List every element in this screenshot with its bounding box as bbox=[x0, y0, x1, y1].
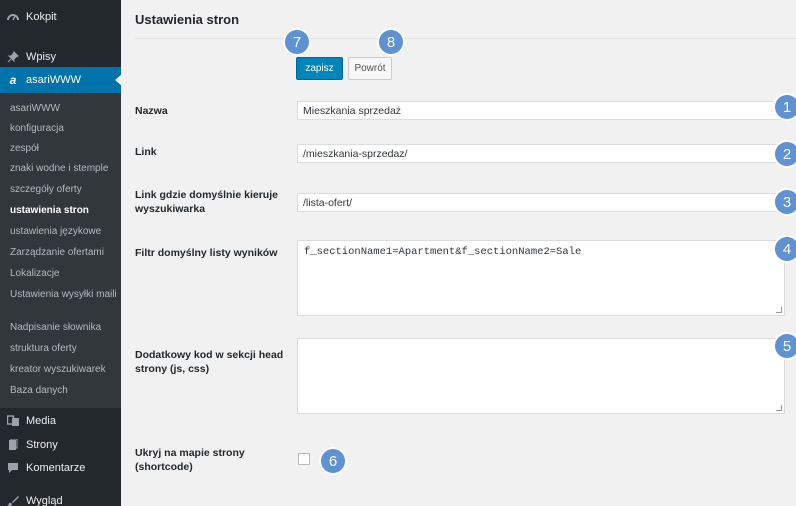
save-button[interactable]: zapisz bbox=[296, 57, 343, 80]
annotation-badge-3: 3 bbox=[775, 190, 796, 214]
page-title: Ustawienia stron bbox=[135, 12, 240, 27]
field-label-hide-on-map: Ukryj na mapie strony (shortcode) bbox=[135, 447, 245, 473]
submenu-item-active[interactable]: ustawienia stron bbox=[10, 205, 118, 217]
annotation-badge-5: 5 bbox=[775, 334, 796, 358]
submenu-item[interactable]: Nadpisanie słownika bbox=[10, 322, 118, 334]
submenu-item[interactable]: znaki wodne i stemple bbox=[10, 163, 118, 175]
field-label-search-link: Link gdzie domyślnie kieruje wyszukiwark… bbox=[135, 189, 278, 215]
menu-item-label: Media bbox=[26, 415, 56, 427]
pages-icon bbox=[0, 439, 26, 451]
submenu-item[interactable]: zespół bbox=[10, 143, 118, 155]
submenu-item[interactable]: konfiguracja bbox=[10, 123, 118, 135]
media-icon bbox=[0, 415, 26, 427]
menu-item-media[interactable]: Media bbox=[0, 408, 121, 434]
default-filter-textarea[interactable]: f_sectionName1=Apartment&f_sectionName2=… bbox=[297, 240, 785, 316]
field-label-nazwa: Nazwa bbox=[135, 105, 168, 117]
menu-item-kokpit[interactable]: Kokpit bbox=[0, 4, 121, 30]
annotation-badge-4: 4 bbox=[775, 237, 796, 261]
submenu-item[interactable]: struktura oferty bbox=[10, 343, 118, 355]
menu-item-wyglad[interactable]: Wygląd bbox=[0, 488, 121, 506]
submenu-item[interactable]: ustawienia językowe bbox=[10, 226, 118, 238]
title-divider bbox=[135, 38, 796, 39]
submenu-item[interactable]: szczegóły oferty bbox=[10, 184, 118, 196]
link-input[interactable]: /mieszkania-sprzedaz/ bbox=[297, 144, 785, 163]
pin-icon bbox=[0, 51, 26, 63]
default-filter-value: f_sectionName1=Apartment&f_sectionName2=… bbox=[304, 246, 582, 258]
menu-item-label: Komentarze bbox=[26, 462, 86, 474]
annotation-badge-2: 2 bbox=[775, 142, 796, 166]
head-code-textarea[interactable] bbox=[297, 338, 785, 414]
menu-item-label: Kokpit bbox=[26, 11, 57, 23]
annotation-badge-7: 7 bbox=[285, 30, 309, 54]
submenu-item[interactable]: asariWWW bbox=[10, 103, 118, 115]
annotation-badge-1: 1 bbox=[775, 95, 796, 119]
field-label-head-code: Dodatkowy kod w sekcji head strony (js, … bbox=[135, 349, 284, 375]
field-label-filter: Filtr domyślny listy wyników bbox=[135, 247, 278, 259]
menu-item-asariwww[interactable]: a asariWWW bbox=[0, 67, 122, 93]
appearance-icon bbox=[0, 495, 26, 506]
submenu-item[interactable]: kreator wyszukiwarek bbox=[10, 364, 118, 376]
submenu-item[interactable]: Zarządzanie ofertami bbox=[10, 247, 118, 259]
menu-item-label: Wygląd bbox=[26, 495, 63, 506]
menu-item-label: Strony bbox=[26, 439, 58, 451]
asari-logo-icon: a bbox=[9, 73, 17, 87]
submenu-item[interactable]: Baza danych bbox=[10, 385, 118, 397]
submenu-item[interactable]: Lokalizacje bbox=[10, 268, 118, 280]
field-label-link: Link bbox=[135, 146, 157, 158]
admin-sidebar: Kokpit Wpisy a asariWWW asariWWW konfigu… bbox=[0, 0, 122, 506]
name-input[interactable]: Mieszkania sprzedaż bbox=[297, 101, 785, 120]
search-link-input[interactable]: /lista-ofert/ bbox=[297, 193, 785, 212]
asari-submenu: asariWWW konfiguracja zespół znaki wodne… bbox=[0, 93, 121, 408]
resize-handle-icon[interactable] bbox=[776, 307, 782, 313]
dashboard-icon bbox=[0, 11, 26, 23]
settings-page: Ustawienia stron zapisz Powrót Nazwa Mie… bbox=[121, 0, 796, 506]
comments-icon bbox=[0, 462, 26, 474]
menu-item-komentarze[interactable]: Komentarze bbox=[0, 455, 121, 481]
menu-item-label: asariWWW bbox=[26, 74, 81, 86]
resize-handle-icon[interactable] bbox=[776, 405, 782, 411]
annotation-badge-6: 6 bbox=[321, 449, 345, 473]
submenu-item[interactable]: Ustawienia wysyłki maili bbox=[10, 289, 118, 301]
menu-item-label: Wpisy bbox=[26, 51, 56, 63]
hide-on-map-checkbox[interactable] bbox=[298, 453, 310, 465]
annotation-badge-8: 8 bbox=[379, 30, 403, 54]
back-button[interactable]: Powrót bbox=[348, 57, 392, 80]
